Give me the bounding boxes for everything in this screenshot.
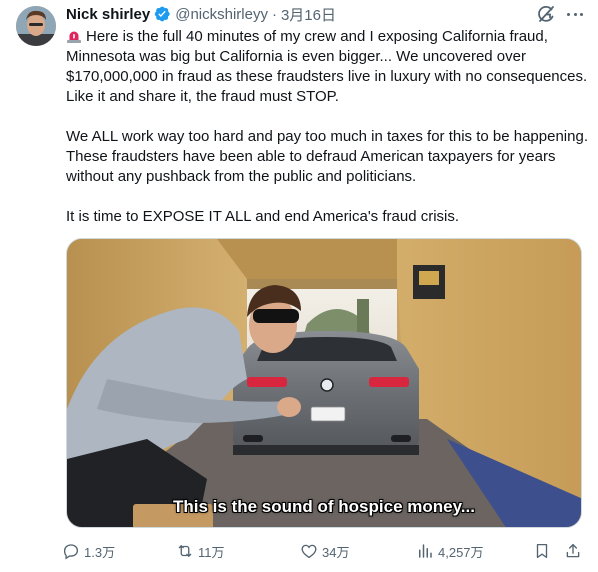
tweet-header: Nick shirley @nickshirleyy · 3月16日 [66, 4, 336, 24]
more-dot [580, 12, 583, 16]
tweet-text: Here is the full 40 minutes of my crew a… [66, 27, 588, 227]
bookmark-icon [536, 543, 548, 559]
tweet-paragraph-1: Here is the full 40 minutes of my crew a… [66, 27, 588, 107]
like-button[interactable]: 34万 [300, 540, 349, 562]
tweet-paragraph-2: We ALL work way too hard and pay too muc… [66, 128, 588, 185]
like-icon [301, 544, 317, 559]
video-caption: This is the sound of hospice money... [173, 497, 475, 516]
reply-button[interactable]: 1.3万 [62, 540, 115, 562]
reply-count: 1.3万 [84, 544, 116, 560]
tweet[interactable]: Nick shirley @nickshirleyy · 3月16日 Here … [0, 0, 598, 572]
siren-emoji-icon [66, 28, 82, 44]
avatar[interactable] [16, 6, 56, 46]
tweet-paragraph-3: It is time to EXPOSE IT ALL and end Amer… [66, 208, 460, 225]
repost-count: 11万 [198, 544, 225, 560]
repost-icon [178, 545, 192, 557]
tweet-paragraph-1-text: Here is the full 40 minutes of my crew a… [66, 28, 588, 105]
more-dot [567, 12, 570, 16]
more-icon[interactable] [564, 4, 586, 24]
share-button[interactable] [564, 540, 582, 562]
author-handle[interactable]: @nickshirleyy [175, 6, 268, 23]
author-name[interactable]: Nick shirley [66, 6, 150, 23]
more-dot [573, 12, 577, 16]
bookmark-button[interactable] [533, 540, 551, 562]
like-count: 34万 [322, 544, 350, 560]
share-icon [566, 543, 580, 558]
separator-dot: · [271, 5, 277, 23]
views-icon [419, 544, 432, 558]
grok-icon[interactable] [536, 4, 556, 24]
tweet-video[interactable]: This is the sound of hospice money... [66, 238, 582, 528]
views-count: 4,257万 [438, 544, 484, 560]
reply-icon [63, 544, 79, 560]
video-frame [67, 239, 581, 527]
action-bar: 1.3万 11万 34万 4,257万 [62, 540, 590, 562]
repost-button[interactable]: 11万 [176, 540, 225, 562]
verified-badge-icon[interactable] [153, 5, 171, 23]
views-button[interactable]: 4,257万 [416, 540, 484, 562]
tweet-date[interactable]: 3月16日 [281, 4, 336, 25]
